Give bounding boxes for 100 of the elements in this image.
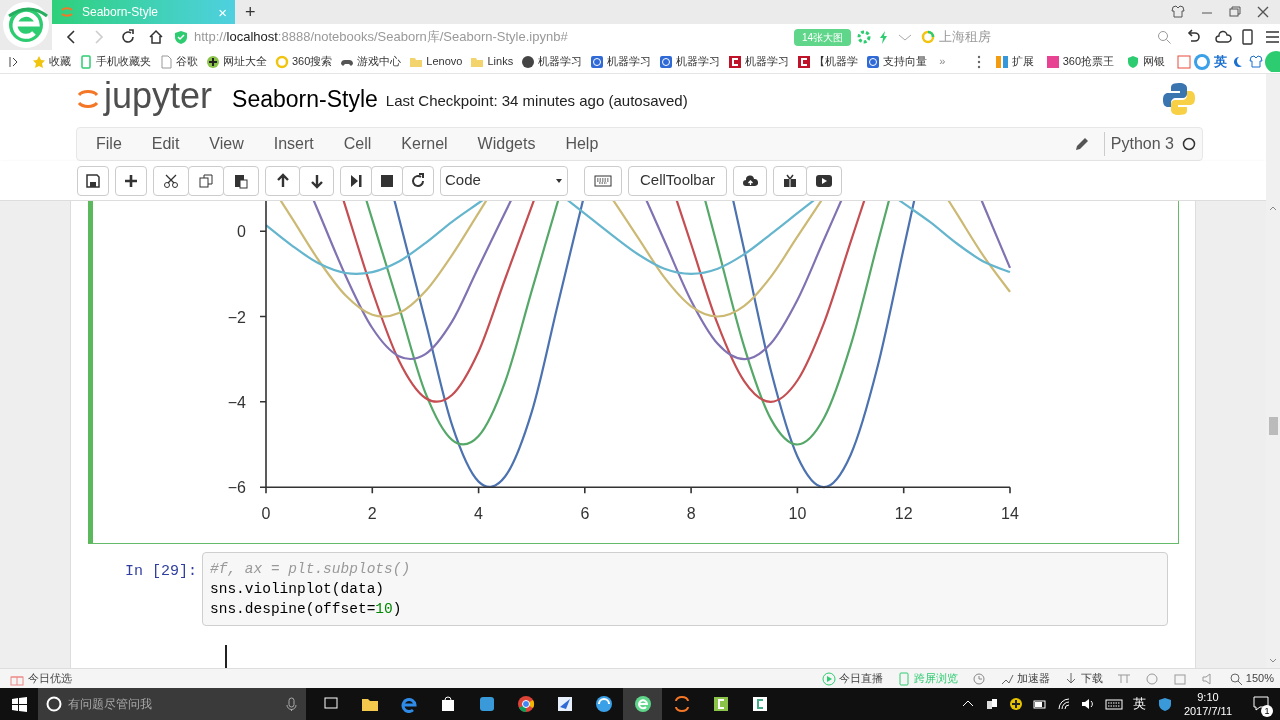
cloud-upload-button[interactable] xyxy=(733,165,768,196)
plus-circle-icon[interactable] xyxy=(1008,697,1023,711)
notebook-name[interactable]: Seaborn-Style xyxy=(232,81,378,117)
command-palette-button[interactable] xyxy=(584,165,622,196)
save-button[interactable] xyxy=(77,165,109,196)
bookmark-item[interactable]: 360搜索 xyxy=(275,53,333,70)
menu-icon[interactable] xyxy=(1265,29,1280,45)
bookmark-item[interactable]: 游戏中心 xyxy=(340,53,402,70)
status-link[interactable]: 今日优选 xyxy=(10,670,72,687)
bookmark-item[interactable]: 机器学习 xyxy=(728,53,790,70)
video-button[interactable] xyxy=(806,165,843,196)
menu-item[interactable]: Widgets xyxy=(462,132,551,156)
move-down-button[interactable] xyxy=(299,165,334,196)
menu-item[interactable]: Kernel xyxy=(386,132,463,156)
close-icon[interactable] xyxy=(1256,5,1270,19)
menu-item[interactable]: Cell xyxy=(328,132,387,156)
menu-item[interactable]: Help xyxy=(550,132,614,156)
bookmark-item[interactable]: 手机收藏夹 xyxy=(79,53,151,70)
bookmark-item[interactable]: 机器学习 xyxy=(590,53,652,70)
pencil-icon[interactable] xyxy=(1073,136,1090,152)
cloud-upload-icon xyxy=(741,172,759,189)
bookmark-item[interactable]: Links xyxy=(470,53,514,70)
tick-label: 6 xyxy=(580,505,590,523)
volume-icon[interactable] xyxy=(1080,697,1095,711)
site-icon xyxy=(659,54,674,69)
code-editor[interactable]: #f, ax = plt.subplots() sns.violinplot(data) sns.despine(offset=10) xyxy=(202,552,1168,626)
people-icon[interactable] xyxy=(984,697,999,711)
browser-logo-icon[interactable] xyxy=(623,688,662,720)
search-icon xyxy=(1228,671,1243,686)
extension-icon xyxy=(1045,54,1060,69)
microphone-icon xyxy=(285,696,298,712)
undo-icon[interactable] xyxy=(1185,29,1201,45)
ime-indicator[interactable]: 英 xyxy=(1132,694,1146,714)
shirt-icon xyxy=(1248,53,1264,70)
clock[interactable]: 9:10 2017/7/11 xyxy=(1183,690,1232,718)
taskbar-search-field[interactable]: 有问题尽管问我 xyxy=(68,695,279,713)
battery-icon[interactable] xyxy=(1032,697,1047,711)
status-item[interactable]: 今日直播 xyxy=(821,670,883,687)
new-tab-button[interactable]: + xyxy=(245,0,256,24)
bookmark-item[interactable]: 支持向量 xyxy=(866,53,928,70)
cut-button[interactable] xyxy=(153,165,189,196)
cell-type-dropdown[interactable]: Code xyxy=(440,165,568,196)
toolbar-extension-item[interactable]: 网银 xyxy=(1126,53,1165,70)
run-button[interactable] xyxy=(340,165,372,196)
bookmark-item[interactable]: 机器学习 xyxy=(659,53,721,70)
bookmark-item[interactable]: 谷歌 xyxy=(159,53,198,70)
globe-icon xyxy=(206,54,220,69)
arrow-down-icon xyxy=(308,172,325,189)
cell-toolbar-button[interactable]: CellToolbar xyxy=(628,165,728,196)
paste-button[interactable] xyxy=(223,165,259,196)
badge-icon xyxy=(1264,50,1280,72)
address-field[interactable]: http://localhost:8888/notebooks/Seaborn库/Seaborn-Style.ipynb# xyxy=(174,25,794,49)
tick-label: −6 xyxy=(227,479,246,497)
insert-cell-button[interactable] xyxy=(115,165,147,196)
scrollbar[interactable] xyxy=(1266,74,1280,668)
letter-c-icon xyxy=(797,54,812,69)
copy-icon xyxy=(198,172,214,189)
keyboard-icon[interactable] xyxy=(1104,697,1123,711)
page-icon xyxy=(159,54,173,69)
zoom-level[interactable]: 150% xyxy=(1228,670,1274,687)
status-item[interactable]: 下载 xyxy=(1063,670,1103,687)
toolbar-extension-item[interactable]: 扩展 xyxy=(994,53,1034,70)
menu-item[interactable]: Edit xyxy=(136,132,195,156)
menu-item[interactable]: File xyxy=(81,132,137,156)
bookmark-item[interactable]: 收藏 xyxy=(32,53,71,70)
reload-icon[interactable] xyxy=(120,29,136,45)
gift-button[interactable] xyxy=(773,165,808,196)
tick-label: 8 xyxy=(686,505,696,523)
restore-icon[interactable] xyxy=(1228,5,1242,19)
cloud-icon[interactable] xyxy=(1215,29,1232,45)
scrollbar-thumb[interactable] xyxy=(1268,417,1278,435)
bookmark-item[interactable]: 网址大全 xyxy=(206,53,267,70)
bookmark-item[interactable]: Lenovo xyxy=(409,53,463,70)
notebook-cell[interactable]: 0 −2 −4 −6 0 2 4 6 8 10 12 14 xyxy=(88,201,1179,544)
more-bookmarks-button[interactable]: » xyxy=(939,53,946,70)
tick-label: 10 xyxy=(788,505,807,523)
toolbar-extension-item[interactable]: 360抢票王 xyxy=(1045,53,1114,70)
restart-button[interactable] xyxy=(402,165,434,196)
sidebar-toggle-icon[interactable] xyxy=(8,54,20,69)
security-shield-icon[interactable] xyxy=(1157,696,1172,712)
move-up-button[interactable] xyxy=(265,165,300,196)
taskbar-search-box[interactable]: 有问题尽管问我 xyxy=(38,688,306,720)
wifi-icon[interactable] xyxy=(1056,697,1071,711)
star-icon xyxy=(32,54,46,69)
cortana-icon xyxy=(46,696,62,712)
extension-icon xyxy=(994,54,1009,69)
menu-item[interactable]: View xyxy=(194,132,259,156)
code-line: sns.despine(offset=10) xyxy=(210,600,403,619)
phone-icon[interactable] xyxy=(1240,29,1255,45)
bookmark-item[interactable]: 【机器学 xyxy=(797,53,859,70)
bookmark-item[interactable]: 机器学习 xyxy=(521,53,583,70)
stop-button[interactable] xyxy=(371,165,403,196)
site-icon xyxy=(521,54,536,69)
menu-item[interactable]: Insert xyxy=(258,132,329,156)
kebab-icon[interactable] xyxy=(976,54,981,69)
home-icon[interactable] xyxy=(148,29,164,45)
search-field[interactable]: 上海租房 xyxy=(939,27,1153,47)
status-item[interactable]: 加速器 xyxy=(999,670,1050,687)
ime-mode-badge[interactable]: 英 xyxy=(1214,51,1227,72)
back-icon[interactable] xyxy=(64,29,78,45)
